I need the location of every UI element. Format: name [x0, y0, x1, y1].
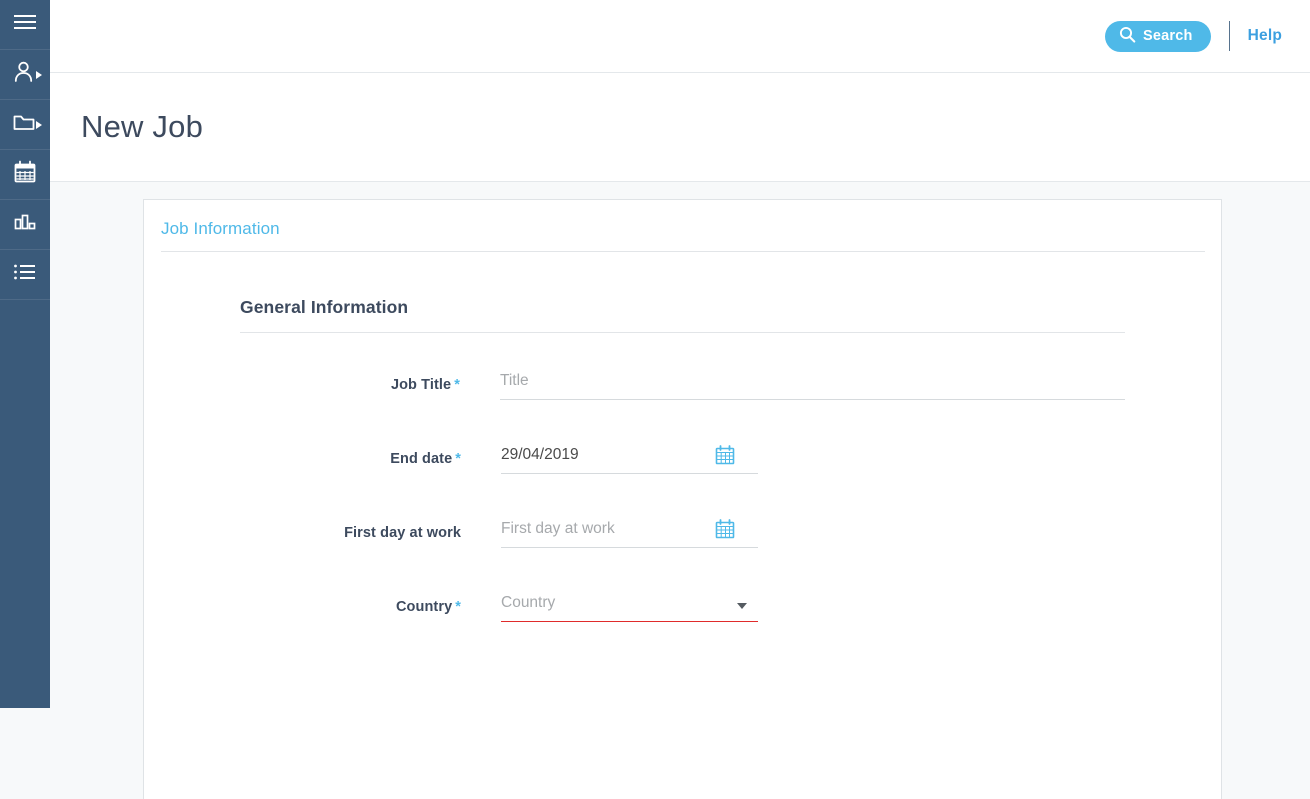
end-date-field: [501, 441, 758, 474]
job-title-field: [499, 367, 1125, 400]
first-day-at-work-label-text: First day at work: [344, 525, 461, 541]
form-row-end-date: End date *: [240, 441, 1125, 515]
search-icon: [1119, 26, 1136, 46]
country-select-input[interactable]: [501, 589, 758, 622]
search-button-label: Search: [1143, 27, 1193, 44]
first-day-at-work-label: First day at work: [240, 515, 501, 541]
calendar-icon[interactable]: [715, 519, 735, 544]
page-title: New Job: [81, 109, 204, 144]
hamburger-menu-icon: [14, 14, 36, 35]
section-title: General Information: [240, 297, 409, 317]
country-label: Country *: [240, 589, 501, 615]
chevron-down-icon[interactable]: [737, 603, 747, 609]
required-asterisk: *: [454, 377, 460, 393]
page-title-band: New Job: [50, 72, 1310, 182]
sidebar-item-calendar[interactable]: [0, 150, 50, 200]
general-information-section: General Information Job Title* End date*: [144, 297, 1221, 663]
sidebar-item-people[interactable]: [0, 50, 50, 100]
tab-job-information[interactable]: Job Information: [161, 219, 280, 239]
top-bar: Search Help: [50, 0, 1310, 72]
list-icon: [13, 263, 37, 286]
end-date-label-text: End date: [390, 451, 453, 467]
country-label-text: Country: [395, 599, 453, 615]
folder-icon: [13, 112, 37, 137]
country-field: [501, 589, 758, 622]
job-title-label: Job Title *: [240, 367, 500, 393]
job-title-input[interactable]: [499, 367, 1125, 400]
toolbar-divider: [1228, 21, 1230, 51]
sidebar: [0, 0, 50, 708]
calendar-icon[interactable]: [715, 445, 735, 470]
sidebar-item-menu-toggle[interactable]: [0, 0, 50, 50]
sidebar-item-folders[interactable]: [0, 100, 50, 150]
bar-chart-icon: [13, 212, 37, 237]
form-row-first-day-at-work: First day at work: [240, 515, 1125, 589]
section-divider: [240, 332, 1125, 333]
person-icon: [13, 60, 37, 89]
chevron-right-icon: [36, 120, 42, 129]
search-button[interactable]: Search: [1105, 20, 1211, 52]
job-form: Job Title* End date*: [240, 367, 1125, 663]
required-asterisk: *: [455, 599, 461, 615]
form-row-job-title: Job Title *: [240, 367, 1125, 441]
calendar-icon: [13, 160, 37, 189]
help-link[interactable]: Help: [1248, 27, 1282, 45]
form-row-country: Country *: [240, 589, 1125, 663]
job-title-label-text: Job Title: [390, 377, 452, 393]
sidebar-item-reports[interactable]: [0, 200, 50, 250]
job-information-card: Job Information General Information Job …: [143, 199, 1222, 799]
required-asterisk: *: [455, 451, 461, 467]
first-day-at-work-field: [501, 515, 758, 548]
end-date-label: End date *: [240, 441, 501, 467]
chevron-right-icon: [36, 70, 42, 79]
tab-divider: [161, 251, 1205, 252]
sidebar-item-lists[interactable]: [0, 250, 50, 300]
tab-bar: Job Information: [144, 200, 1221, 239]
